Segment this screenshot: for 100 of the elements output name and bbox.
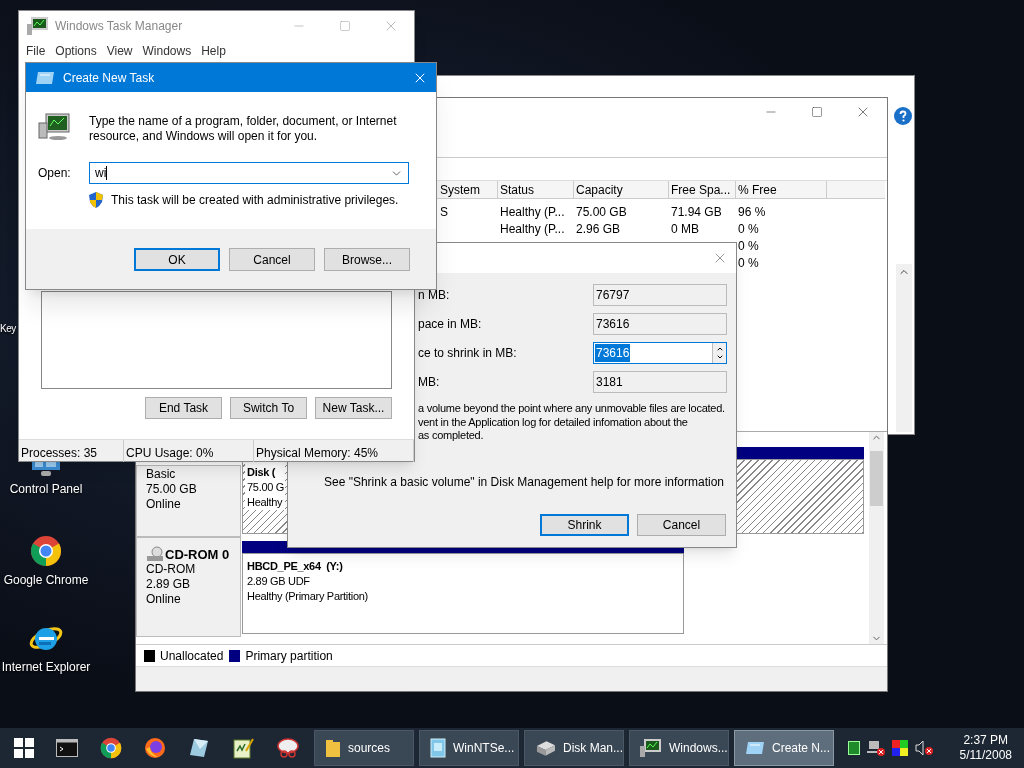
partition-status: Healthy	[247, 495, 284, 510]
disk-size: 75.00 GB	[146, 482, 198, 497]
table-cell: 0 MB	[671, 222, 699, 236]
task-button[interactable]: New Task...	[315, 397, 392, 419]
dialog-button[interactable]: Cancel	[637, 514, 726, 536]
help-icon[interactable]	[894, 107, 912, 125]
desktop-icon-label[interactable]: Internet Explorer	[1, 658, 91, 676]
partition-status: Healthy (Primary Partition)	[247, 589, 368, 604]
partition-name: Disk (	[247, 465, 277, 480]
disk-type: CD-ROM	[146, 562, 197, 577]
spin-up-icon[interactable]	[715, 345, 724, 353]
table-cell: Healthy (P...	[500, 205, 565, 219]
color-display-icon[interactable]	[892, 740, 908, 756]
scrollbar[interactable]	[896, 264, 912, 432]
menu-item[interactable]: File	[26, 42, 46, 60]
chip-icon[interactable]	[848, 741, 860, 755]
desktop-icon-label[interactable]: Control Panel	[9, 480, 83, 498]
clock[interactable]: 2:37 PM 5/11/2008	[959, 733, 1012, 763]
terminal-icon[interactable]	[56, 739, 78, 757]
number-field[interactable]: 73616	[593, 342, 727, 364]
chrome-icon	[100, 737, 122, 759]
taskbar-button[interactable]: WinNTSe...	[419, 730, 519, 766]
desktop-icon-label[interactable]: Key	[0, 321, 16, 336]
column-header[interactable]: Status	[498, 181, 574, 199]
table-cell: 0 %	[738, 256, 759, 270]
partition-size: 2.89 GB UDF	[247, 574, 311, 589]
column-header[interactable]: System	[438, 181, 498, 199]
spinner[interactable]	[712, 343, 726, 363]
firefox-icon[interactable]	[144, 737, 166, 759]
desktop-icon-label[interactable]: Google Chrome	[3, 571, 89, 589]
field-label: ce to shrink in MB:	[418, 345, 518, 362]
crystal-icon[interactable]	[188, 737, 210, 759]
info-message: a volume beyond the point where any unmovable files are located. vent in the Application log for detailed infomation about the as completed.	[418, 402, 725, 443]
column-header[interactable]: Capacity	[574, 181, 669, 199]
maximize-icon[interactable]	[811, 106, 823, 118]
partition-name: HBCD_PE_x64 (Y:)	[247, 559, 344, 574]
taskbar-button[interactable]: sources	[314, 730, 414, 766]
shield-icon	[89, 192, 103, 208]
number-field[interactable]: 3181	[593, 371, 727, 393]
scroll-thumb[interactable]	[870, 450, 883, 506]
run-icon	[745, 740, 765, 756]
status-text: Processes: 35	[21, 446, 98, 460]
legend-label: Unallocated	[160, 647, 224, 665]
legend-label: Primary partition	[245, 647, 333, 665]
chrome-icon	[30, 535, 62, 567]
dialog-button[interactable]: Shrink	[540, 514, 629, 536]
status-text: CPU Usage: 0%	[126, 446, 214, 460]
notepad-icon[interactable]	[232, 737, 254, 759]
task-button[interactable]: Switch To	[230, 397, 307, 419]
disk-size: 2.89 GB	[146, 577, 192, 592]
column-header[interactable]: % Free	[736, 181, 827, 199]
document-icon	[430, 738, 446, 758]
open-label: Open:	[38, 165, 72, 182]
status-text: Physical Memory: 45%	[256, 446, 379, 460]
field-label: n MB:	[418, 287, 451, 304]
menu-item[interactable]: Help	[201, 42, 226, 60]
help-text: See "Shrink a basic volume" in Disk Management help for more information	[323, 473, 726, 491]
disk-name: CD-ROM 0	[165, 547, 230, 562]
disk-drive-icon	[535, 738, 556, 758]
disk-info-panel[interactable]: Basic 75.00 GB Online	[136, 465, 241, 537]
number-field[interactable]: 73616	[593, 313, 727, 335]
disk-status: Online	[146, 592, 182, 607]
scrollbar[interactable]	[869, 432, 884, 644]
table-cell: 71.94 GB	[671, 205, 722, 219]
open-combobox[interactable]: wi	[89, 162, 409, 184]
start-icon[interactable]	[14, 738, 34, 758]
dialog-button[interactable]: OK	[134, 248, 220, 271]
scissors-icon[interactable]	[276, 737, 300, 759]
disk-status: Online	[146, 497, 182, 512]
taskbar-button[interactable]: Create N...	[734, 730, 834, 766]
volume-muted-icon[interactable]	[915, 740, 933, 756]
privilege-note: This task will be created with administrative privileges.	[111, 192, 399, 209]
dialog-button[interactable]: Cancel	[229, 248, 315, 271]
computer-icon	[38, 113, 70, 141]
table-cell: 96 %	[738, 205, 766, 219]
menu-item[interactable]: View	[106, 42, 133, 60]
partition-size: 75.00 G	[247, 480, 285, 495]
disk-info-panel[interactable]: CD-ROM 0 CD-ROM 2.89 GB Online	[136, 537, 241, 637]
task-button[interactable]: End Task	[145, 397, 222, 419]
number-field[interactable]: 76797	[593, 284, 727, 306]
monitor-icon	[27, 16, 49, 36]
menu-item[interactable]: Windows	[142, 42, 192, 60]
table-cell: 2.96 GB	[576, 222, 621, 236]
column-header[interactable]: Free Spa...	[669, 181, 736, 199]
spin-down-icon[interactable]	[715, 353, 724, 361]
table-cell: S	[440, 205, 448, 219]
run-icon	[35, 69, 55, 86]
table-cell: Healthy (P...	[500, 222, 565, 236]
window-title: Windows Task Manager	[55, 18, 183, 35]
menu-item[interactable]: Options	[55, 42, 97, 60]
network-error-icon[interactable]	[867, 740, 885, 756]
taskbar-button[interactable]: Disk Man...	[524, 730, 624, 766]
monitor-icon	[640, 738, 662, 758]
task-list[interactable]	[41, 291, 392, 389]
taskbar-button[interactable]: Windows...	[629, 730, 729, 766]
table-cell: 75.00 GB	[576, 205, 627, 219]
dialog-button[interactable]: Browse...	[324, 248, 410, 271]
prompt-text: Type the name of a program, folder, document, or Internet resource, and Windows will open it for you.	[89, 113, 398, 144]
partition-block[interactable]: HBCD_PE_x64 (Y:) 2.89 GB UDF Healthy (Primary Partition)	[242, 553, 684, 634]
folder-icon	[325, 738, 341, 758]
